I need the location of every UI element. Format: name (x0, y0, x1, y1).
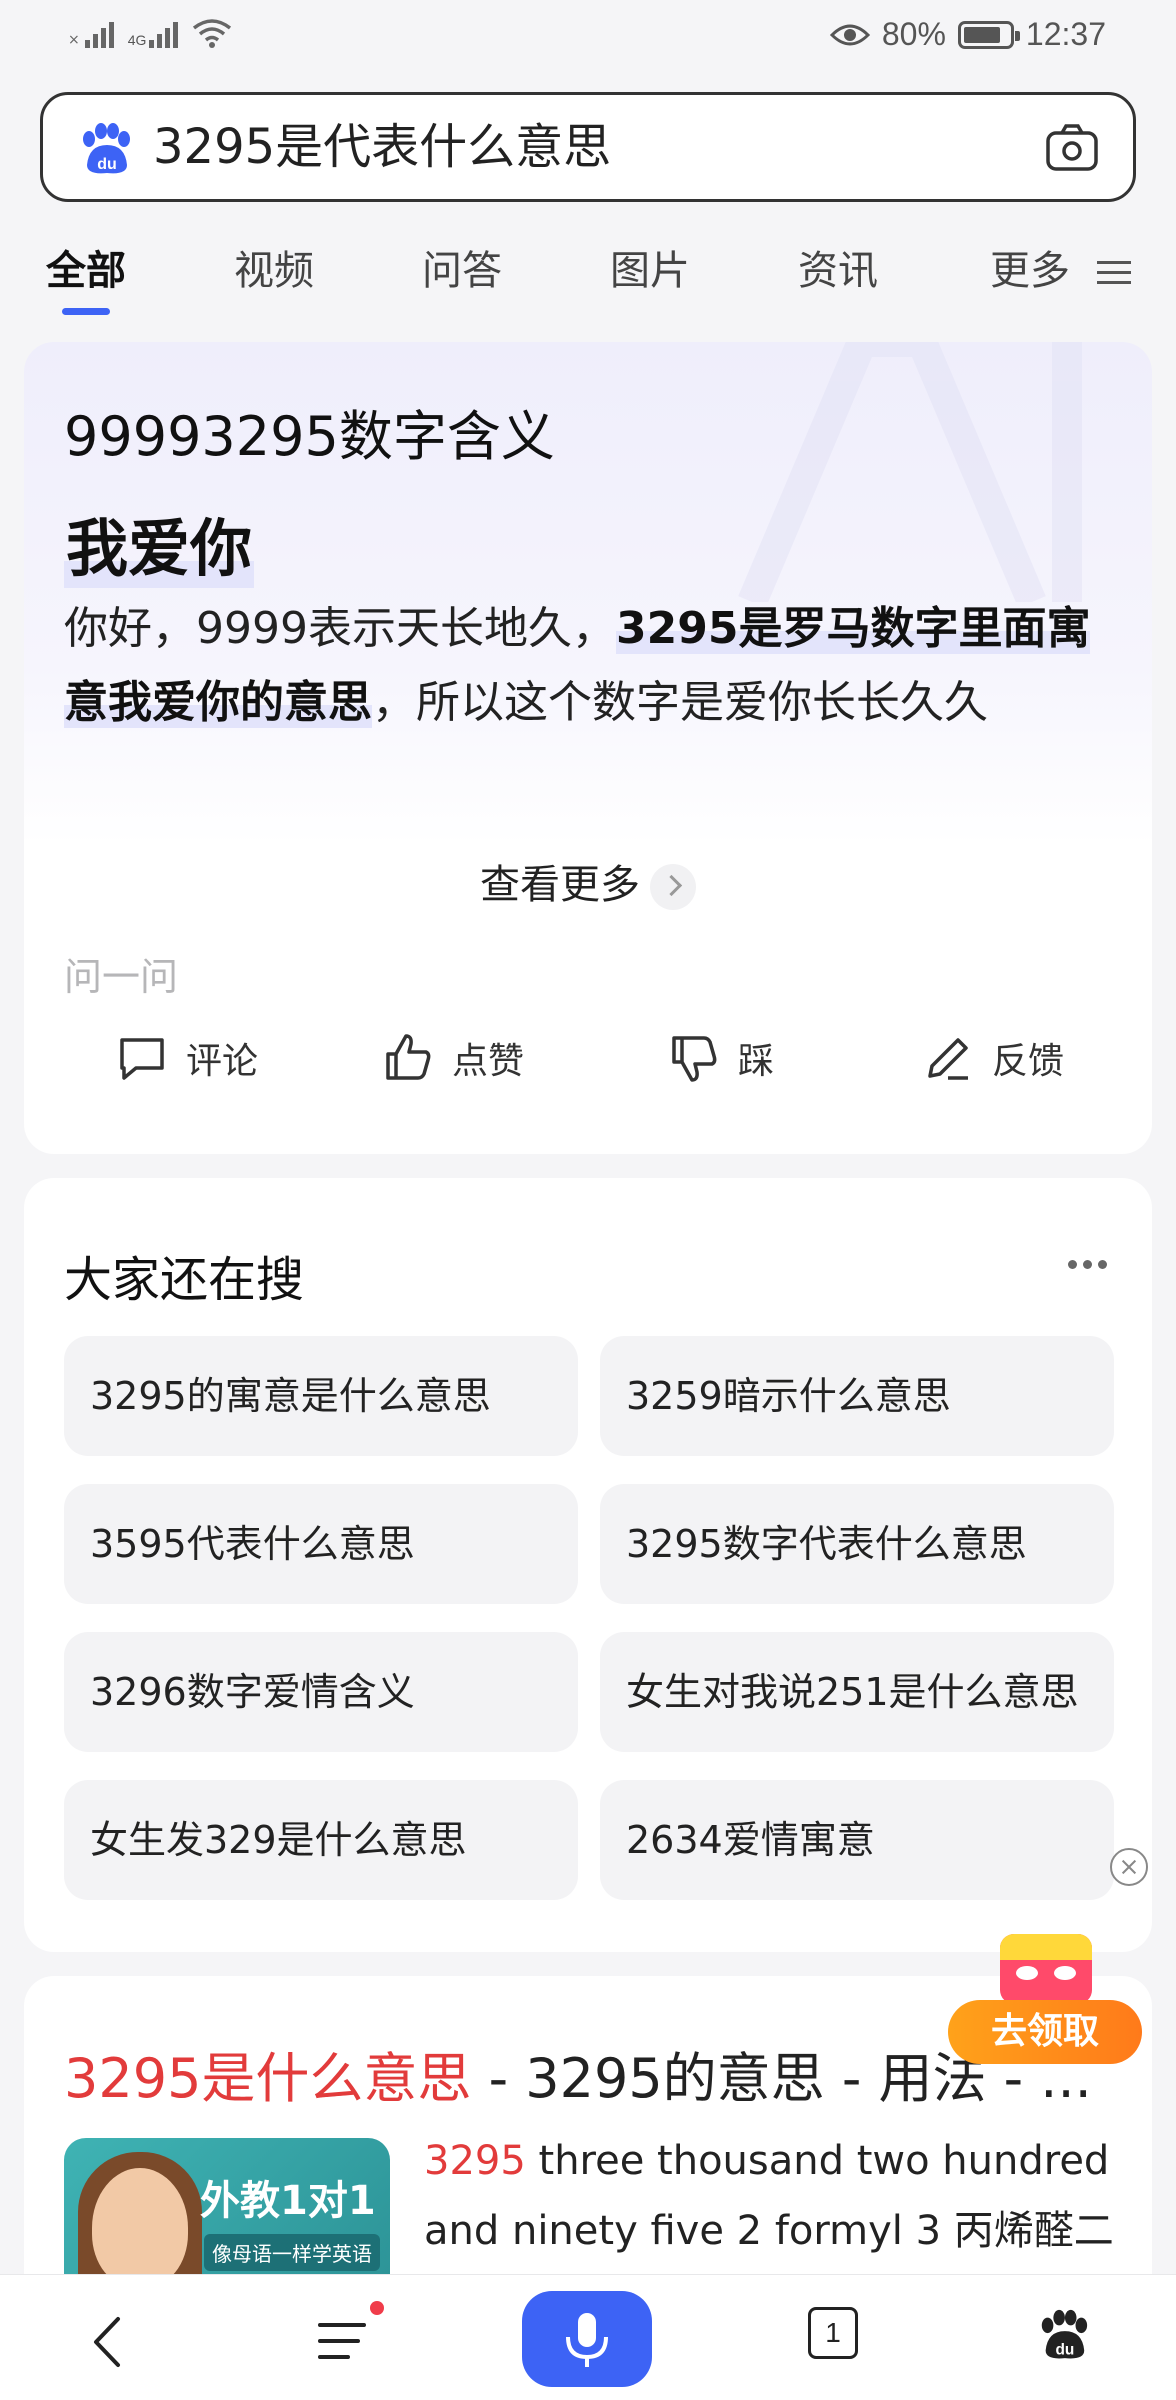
related-chip[interactable]: 2634爱情寓意 (600, 1780, 1114, 1900)
status-bar: × 4G 80% 12:37 (0, 0, 1176, 72)
related-title: 大家还在搜 (64, 1252, 305, 1308)
see-more-label: 查看更多 (480, 862, 640, 908)
ask-input[interactable]: 问一问 (64, 946, 178, 1001)
ai-watermark-icon (738, 342, 1082, 602)
tab-all[interactable]: 全部 (46, 238, 126, 296)
thumbs-up-icon (386, 1034, 431, 1080)
related-chip[interactable]: 3295数字代表什么意思 (600, 1484, 1114, 1604)
microphone-icon (566, 2313, 608, 2367)
tab-more-label: 更多 (990, 248, 1070, 294)
tab-qa[interactable]: 问答 (422, 238, 502, 296)
ai-body-rest: ，所以这个数字是爱你长长久久 (372, 677, 988, 728)
reward-floating-button[interactable]: 去领取 (948, 1934, 1142, 2064)
clock: 12:37 (1025, 16, 1106, 52)
svg-text:du: du (97, 156, 117, 173)
battery-icon (957, 20, 1020, 49)
search-box[interactable]: du 3295是代表什么意思 (40, 92, 1136, 202)
more-options-icon[interactable] (1068, 1260, 1108, 1270)
dislike-label: 踩 (738, 1041, 775, 1082)
related-searches-card: 大家还在搜 3295的寓意是什么意思 3259暗示什么意思 3595代表什么意思… (24, 1178, 1152, 1952)
voice-search-button[interactable] (522, 2291, 652, 2387)
category-tabs: 全部 视频 问答 图片 资讯 更多 (0, 238, 1176, 318)
status-left: × 4G (68, 18, 232, 48)
ai-answer-card: 99993295数字含义 我爱你 你好，9999表示天长地久，3295是罗马数字… (24, 342, 1152, 1154)
tab-more[interactable]: 更多 (990, 238, 1131, 296)
ai-card-actions: 评论 点赞 踩 反馈 (24, 1032, 1152, 1122)
related-chip[interactable]: 女生发329是什么意思 (64, 1780, 578, 1900)
result-title-highlight: 3295是什么意思 (64, 2047, 472, 2110)
wifi-icon (193, 19, 232, 48)
back-icon[interactable] (88, 2315, 128, 2369)
svg-text:du: du (1056, 2341, 1075, 2358)
like-label: 点赞 (452, 1041, 525, 1082)
tab-news[interactable]: 资讯 (798, 238, 878, 296)
ai-card-body: 你好，9999表示天长地久，3295是罗马数字里面寓意我爱你的意思，所以这个数字… (64, 592, 1114, 740)
signal-icon-sim1: × (68, 18, 114, 48)
tab-active-indicator (62, 308, 110, 315)
notification-dot (370, 2301, 384, 2315)
baidu-home-icon[interactable]: du (1036, 2307, 1090, 2363)
related-chip[interactable]: 3296数字爱情含义 (64, 1632, 578, 1752)
thumbnail-banner: 外教1对1 (200, 2178, 376, 2224)
reward-label: 去领取 (948, 2000, 1142, 2064)
network-type: 4G (127, 32, 147, 48)
feedback-label: 反馈 (992, 1041, 1065, 1082)
status-right: 80% 12:37 (829, 16, 1106, 53)
comment-label: 评论 (186, 1041, 259, 1082)
menu-icon (1096, 259, 1131, 287)
thumbnail-subtitle: 像母语一样学英语 (204, 2234, 380, 2271)
related-chip[interactable]: 3259暗示什么意思 (600, 1336, 1114, 1456)
tabs-count-button[interactable]: 1 (808, 2307, 858, 2359)
thumbs-down-icon (672, 1036, 717, 1082)
chevron-right-icon (650, 864, 696, 910)
eye-comfort-icon (829, 24, 870, 45)
like-button[interactable]: 点赞 (382, 1032, 524, 1084)
related-chip[interactable]: 女生对我说251是什么意思 (600, 1632, 1114, 1752)
snippet-rest: three thousand two hundred and ninety fi… (424, 2138, 1114, 2254)
camera-icon[interactable] (1045, 123, 1099, 173)
related-chip[interactable]: 3295的寓意是什么意思 (64, 1336, 578, 1456)
baidu-logo-icon: du (83, 123, 130, 174)
comment-button[interactable]: 评论 (116, 1032, 258, 1084)
ai-card-title: 99993295数字含义 (64, 405, 555, 468)
related-chip[interactable]: 3595代表什么意思 (64, 1484, 578, 1604)
bottom-navigation: 1 du (0, 2274, 1176, 2400)
pen-icon (928, 1038, 968, 1080)
search-input[interactable]: 3295是代表什么意思 (153, 117, 611, 177)
menu-icon[interactable] (318, 2319, 370, 2363)
tab-images[interactable]: 图片 (610, 238, 690, 296)
ai-body-intro: 你好，9999表示天长地久， (64, 603, 616, 654)
dislike-button[interactable]: 踩 (668, 1032, 774, 1084)
comment-icon (120, 1038, 164, 1080)
thumbnail-person-face (92, 2168, 188, 2288)
tab-video[interactable]: 视频 (234, 238, 314, 296)
gift-box-icon (1000, 1934, 1092, 2004)
feedback-button[interactable]: 反馈 (922, 1032, 1064, 1084)
close-icon[interactable] (1110, 1848, 1148, 1886)
result-snippet: 3295 three thousand two hundred and nine… (424, 2126, 1124, 2266)
see-more-button[interactable]: 查看更多 (24, 852, 1152, 910)
ai-card-answer: 我爱你 (64, 498, 255, 588)
signal-icon-sim2: 4G (128, 18, 179, 48)
battery-percent: 80% (881, 16, 946, 52)
snippet-highlight: 3295 (424, 2138, 526, 2184)
